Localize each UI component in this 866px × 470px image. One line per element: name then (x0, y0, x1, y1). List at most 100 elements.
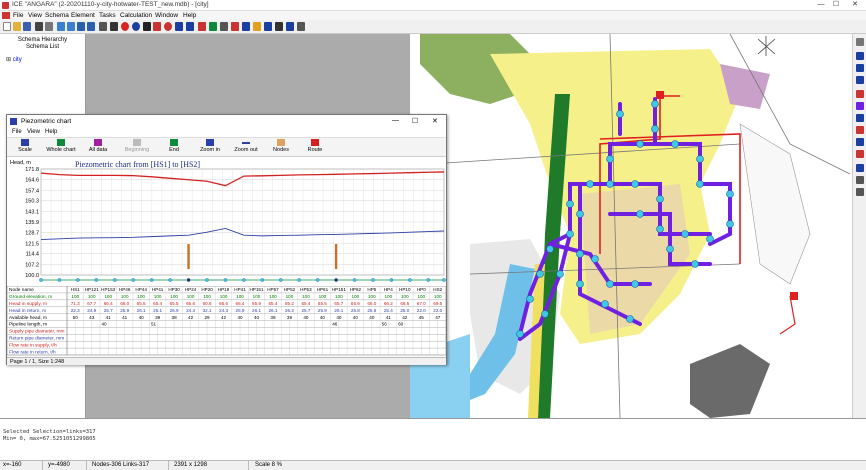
table-icon[interactable] (99, 22, 107, 31)
consumer-icon[interactable] (286, 22, 294, 31)
piezo-minimize-button[interactable]: — (392, 117, 399, 124)
menu-app-icon[interactable] (2, 12, 10, 19)
end-button[interactable]: End (162, 139, 186, 157)
zoom-out-icon[interactable] (186, 22, 194, 31)
network-map[interactable] (410, 34, 852, 418)
tool-pipe-icon[interactable] (856, 52, 864, 60)
node-marker[interactable] (57, 278, 62, 282)
target-icon[interactable] (132, 22, 140, 31)
tool-pointer-icon[interactable] (856, 38, 864, 46)
menu-tasks[interactable]: Tasks (99, 11, 116, 20)
record-icon[interactable] (164, 22, 172, 31)
zoom-out-button[interactable]: Zoom out (230, 139, 262, 157)
node-marker[interactable] (112, 278, 117, 282)
source-icon[interactable] (275, 22, 283, 31)
menu-file[interactable]: File (13, 11, 23, 20)
piezometric-window[interactable]: Piezometric chart — ☐ ✕ File View Help S… (6, 114, 447, 365)
tool-consumer-icon[interactable] (856, 114, 864, 122)
move-icon[interactable] (143, 22, 151, 31)
window-icon[interactable] (57, 22, 65, 31)
layers-icon[interactable] (67, 22, 75, 31)
stop-icon[interactable] (121, 22, 129, 31)
node-marker[interactable] (168, 278, 172, 282)
piezo-menu-view[interactable]: View (27, 129, 40, 135)
heat-source-hs2[interactable] (790, 292, 798, 300)
list-icon[interactable] (110, 22, 118, 31)
valve-icon[interactable] (264, 22, 272, 31)
tool-meter-icon[interactable] (856, 164, 864, 172)
piezo-menu-help[interactable]: Help (45, 129, 57, 135)
node-marker[interactable] (334, 278, 338, 282)
node-marker[interactable] (205, 278, 209, 282)
schema-icon[interactable] (87, 22, 95, 31)
tool-heater-icon[interactable] (856, 150, 864, 158)
save-icon[interactable] (23, 22, 31, 31)
flag-icon[interactable] (231, 22, 239, 31)
node-marker[interactable] (94, 278, 99, 282)
tool-text-icon[interactable] (856, 176, 864, 184)
print-preview-icon[interactable] (45, 22, 53, 31)
piezo-maximize-button[interactable]: ☐ (412, 117, 418, 125)
node-marker[interactable] (242, 278, 246, 282)
pipe-icon[interactable] (242, 22, 250, 31)
pump-icon[interactable] (253, 22, 261, 31)
tool-node-icon[interactable] (856, 64, 864, 72)
minimize-button[interactable]: — (814, 0, 828, 10)
maximize-button[interactable]: ☐ (829, 0, 843, 10)
open-icon[interactable] (13, 22, 21, 31)
schema-tree-item-city[interactable]: ⊞ city (6, 56, 22, 63)
new-icon[interactable] (3, 22, 11, 31)
piezo-close-button[interactable]: ✕ (432, 117, 438, 125)
node-marker[interactable] (297, 278, 302, 282)
node-marker[interactable] (426, 278, 431, 282)
node-icon[interactable] (220, 22, 228, 31)
whole-chart-button[interactable]: Whole chart (43, 139, 79, 157)
node-marker[interactable] (39, 278, 43, 282)
node-marker[interactable] (352, 278, 357, 282)
menu-help[interactable]: Help (183, 11, 196, 20)
node-marker[interactable] (408, 278, 412, 282)
piezometric-chart[interactable]: Head, m Piezometric chart from [HS1] to … (7, 157, 446, 286)
tool-source-icon[interactable] (856, 90, 864, 98)
menu-view[interactable]: View (28, 11, 42, 20)
menu-window[interactable]: Window (155, 11, 178, 20)
calc-icon[interactable] (198, 22, 206, 31)
delete-icon[interactable] (153, 22, 161, 31)
heat-source-hs1[interactable] (656, 91, 664, 99)
grid-icon[interactable] (77, 22, 85, 31)
print-icon[interactable] (35, 22, 43, 31)
node-marker[interactable] (149, 278, 154, 282)
tool-pump-icon[interactable] (856, 102, 864, 110)
all-data-button[interactable]: All data (83, 139, 113, 157)
node-marker[interactable] (442, 278, 446, 282)
report-icon[interactable] (297, 22, 305, 31)
node-marker[interactable] (76, 278, 80, 282)
node-marker[interactable] (260, 278, 265, 282)
map-view[interactable] (410, 34, 852, 418)
node-marker[interactable] (278, 278, 283, 282)
node-marker[interactable] (223, 278, 228, 282)
tool-flag-icon[interactable] (856, 126, 864, 134)
menu-element[interactable]: Element (71, 11, 95, 20)
tool-junction-icon[interactable] (856, 138, 864, 146)
check-icon[interactable] (209, 22, 217, 31)
node-marker[interactable] (186, 278, 191, 282)
node-marker[interactable] (131, 278, 136, 282)
zoom-icon[interactable] (175, 22, 183, 31)
tool-valve-icon[interactable] (856, 76, 864, 84)
nodes-button[interactable]: Nodes (269, 139, 293, 157)
route-button[interactable]: Route (303, 139, 327, 157)
node-marker[interactable] (389, 278, 394, 282)
piezo-menu-file[interactable]: File (12, 129, 22, 135)
node-marker[interactable] (371, 278, 375, 282)
node-marker[interactable] (315, 278, 320, 282)
menu-schema[interactable]: Schema (45, 11, 69, 20)
scale-button[interactable]: Scale (13, 139, 37, 157)
zoom-in-button[interactable]: Zoom in (195, 139, 225, 157)
menu-calculation[interactable]: Calculation (120, 11, 152, 20)
tool-layer-icon[interactable] (856, 188, 864, 196)
close-button[interactable]: ✕ (848, 0, 862, 10)
beginning-button[interactable]: Beginning (119, 139, 155, 157)
tree-expand-icon[interactable]: ⊞ (6, 57, 13, 63)
route-icon (311, 139, 319, 146)
